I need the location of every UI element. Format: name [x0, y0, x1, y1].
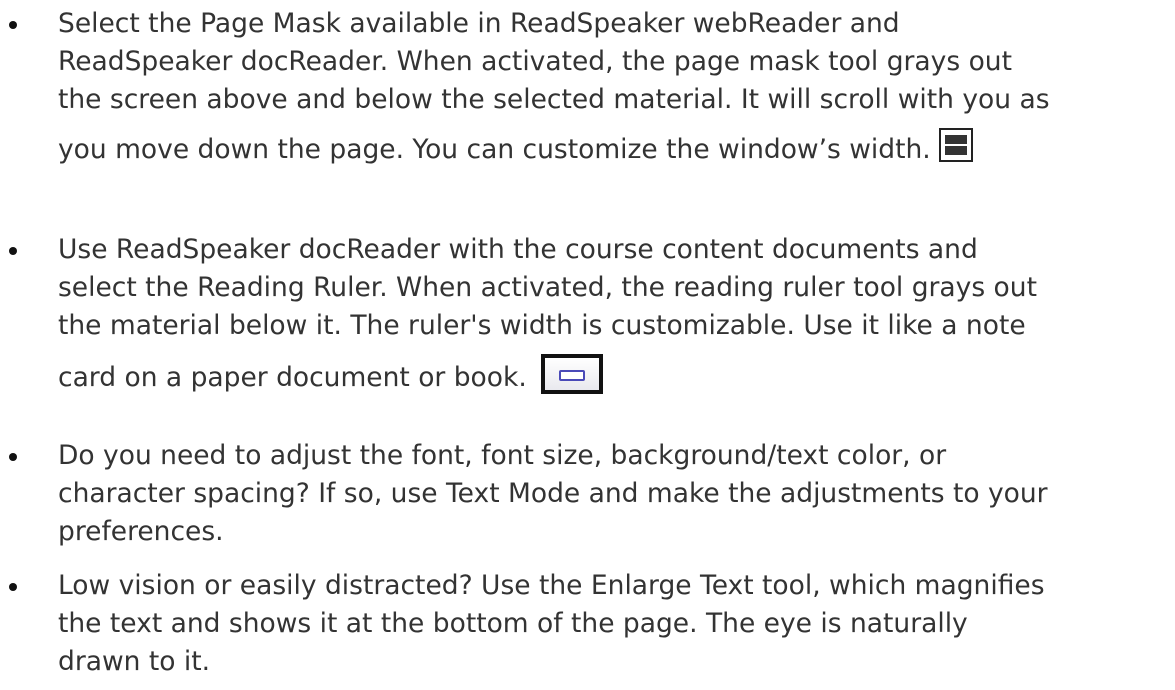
text-line: card on a paper document or book.	[58, 362, 527, 393]
text-line: the screen above and below the selected …	[58, 84, 1050, 115]
text-line: character spacing? If so, use Text Mode …	[58, 478, 1048, 509]
text-line-with-icon: you move down the page. You can customiz…	[58, 128, 1168, 169]
bullet-dot	[9, 583, 17, 591]
ruler-bar	[558, 370, 585, 381]
text-line: the material below it. The ruler's width…	[58, 310, 1026, 341]
document-page: Select the Page Mask available in ReadSp…	[0, 0, 1175, 690]
text-line: Low vision or easily distracted? Use the…	[58, 570, 1045, 601]
list-item-text-mode: Do you need to adjust the font, font siz…	[9, 437, 1168, 551]
list-item-enlarge-text: Low vision or easily distracted? Use the…	[9, 567, 1168, 681]
text-line: preferences.	[58, 516, 224, 547]
text-line-with-icon: card on a paper document or book.	[58, 354, 1168, 397]
list-item-reading-ruler: Use ReadSpeaker docReader with the cours…	[9, 231, 1168, 397]
bullet-dot	[9, 21, 17, 29]
bullet-dot	[9, 453, 17, 461]
text-line: the text and shows it at the bottom of t…	[58, 608, 968, 639]
text-line: Use ReadSpeaker docReader with the cours…	[58, 234, 978, 265]
page-mask-icon	[938, 128, 973, 162]
text-line: you move down the page. You can customiz…	[58, 134, 931, 165]
reading-ruler-icon	[540, 354, 603, 394]
text-line: ReadSpeaker docReader. When activated, t…	[58, 46, 1012, 77]
text-line: drawn to it.	[58, 646, 211, 677]
bullet-dot	[9, 247, 17, 255]
text-line: Select the Page Mask available in ReadSp…	[58, 8, 900, 39]
text-line: Do you need to adjust the font, font siz…	[58, 440, 947, 471]
list-item-page-mask: Select the Page Mask available in ReadSp…	[9, 5, 1168, 169]
text-line: select the Reading Ruler. When activated…	[58, 272, 1037, 303]
mask-top-bar	[944, 135, 967, 144]
mask-bottom-bar	[944, 146, 967, 155]
